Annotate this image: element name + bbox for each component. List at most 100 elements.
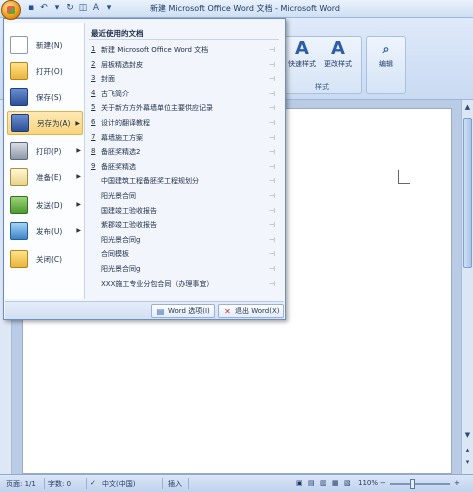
pin-icon[interactable]: ⊣ <box>269 280 275 288</box>
recent-document-number: 8 <box>91 147 96 156</box>
zoom-slider-knob[interactable] <box>410 479 415 489</box>
recent-document-name: 中国建筑工程备胚奖工程规划分 <box>101 177 199 186</box>
language-status[interactable]: 中文(中国) <box>102 479 135 489</box>
edit-button[interactable]: ⌕ 编辑 <box>369 39 403 69</box>
pin-icon[interactable]: ⊣ <box>269 134 275 142</box>
recent-document-item[interactable]: 3 封面 ⊣ <box>91 74 279 86</box>
recent-document-item[interactable]: 阳光景合同 ⊣ <box>91 191 279 203</box>
recent-document-item[interactable]: 5 关于新方方外幕墙单位主要供应记录 ⊣ <box>91 103 279 115</box>
pin-icon[interactable]: ⊣ <box>269 236 275 244</box>
pin-icon[interactable]: ⊣ <box>269 177 275 185</box>
pin-icon[interactable]: ⊣ <box>269 104 275 112</box>
office-button[interactable] <box>1 0 21 20</box>
pin-icon[interactable]: ⊣ <box>269 207 275 215</box>
zoom-out-icon[interactable]: − <box>380 479 386 487</box>
save-icon[interactable]: ▪ <box>26 3 36 13</box>
pin-icon[interactable]: ⊣ <box>269 265 275 273</box>
recent-document-item[interactable]: 阳光景合同g ⊣ <box>91 264 279 276</box>
recent-document-name: 新建 Microsoft Office Word 文档 <box>101 46 209 54</box>
pin-icon[interactable]: ⊣ <box>269 163 275 171</box>
zoom-in-icon[interactable]: + <box>454 479 460 487</box>
zoom-slider[interactable] <box>390 483 450 485</box>
recent-document-item[interactable]: 合同模板 ⊣ <box>91 249 279 261</box>
styles-group: A 快速样式 A 更改样式 样式 <box>282 36 362 94</box>
font-color-icon[interactable]: A <box>91 3 101 13</box>
recent-document-name: 备胚奖精选 <box>101 162 136 171</box>
recent-document-item[interactable]: 阳光景合同g ⊣ <box>91 235 279 247</box>
zoom-level[interactable]: 110% <box>358 479 378 487</box>
edit-label: 编辑 <box>379 60 393 68</box>
recent-document-name: 关于新方方外幕墙单位主要供应记录 <box>101 104 213 113</box>
quick-styles-icon: A <box>295 38 309 59</box>
pin-icon[interactable]: ⊣ <box>269 61 275 69</box>
pin-icon[interactable]: ⊣ <box>269 90 275 98</box>
recent-document-number: 5 <box>91 103 96 112</box>
recent-documents-panel: 最近使用的文档 1 新建 Microsoft Office Word 文档 ⊣ 2 层板… <box>87 23 283 299</box>
recent-document-item[interactable]: 6 设计的翻译教程 ⊣ <box>91 118 279 130</box>
menu-print[interactable]: 打印(P) ▶ <box>7 139 83 163</box>
exit-word-button[interactable]: ✕ 退出 Word(X) <box>218 304 285 318</box>
recent-document-name: XXX施工专业分包合同（办理事宜） <box>101 279 214 288</box>
recent-document-item[interactable]: 1 新建 Microsoft Office Word 文档 ⊣ <box>91 45 279 57</box>
pin-icon[interactable]: ⊣ <box>269 46 275 54</box>
recent-document-item[interactable]: XXX施工专业分包合同（办理事宜） ⊣ <box>91 279 279 291</box>
menu-save[interactable]: 保存(S) <box>7 85 83 109</box>
menu-close[interactable]: 关闭(C) <box>7 247 83 271</box>
word-count[interactable]: 字数: 0 <box>48 479 71 489</box>
change-styles-label: 更改样式 <box>324 60 352 68</box>
previous-page-icon[interactable]: ▴ <box>462 445 473 455</box>
pin-icon[interactable]: ⊣ <box>269 148 275 156</box>
undo-icon[interactable]: ↶ <box>39 3 49 13</box>
change-styles-button[interactable]: A 更改样式 <box>321 39 355 69</box>
view-full-screen-icon[interactable]: ▤ <box>308 479 315 487</box>
pin-icon[interactable]: ⊣ <box>269 119 275 127</box>
recent-document-item[interactable]: 国建竣工验收报告 ⊣ <box>91 206 279 218</box>
proofing-icon[interactable]: ✓ <box>90 479 96 487</box>
menu-save-as[interactable]: 另存为(A) ▶ <box>7 111 83 135</box>
menu-publish[interactable]: 发布(U) ▶ <box>7 219 83 243</box>
print-preview-icon[interactable]: ◫ <box>78 3 88 13</box>
recent-document-name: 阳光景合同g <box>101 265 141 273</box>
submenu-arrow-icon: ▶ <box>76 173 81 180</box>
pin-icon[interactable]: ⊣ <box>269 221 275 229</box>
scroll-thumb[interactable] <box>463 118 472 268</box>
scroll-down-icon[interactable]: ▼ <box>462 430 473 440</box>
customize-toolbar-icon[interactable]: ▾ <box>104 3 114 13</box>
recent-document-name: 国建竣工验收报告 <box>101 206 157 215</box>
vertical-scrollbar[interactable]: ▲ ▼ ▴ ▾ <box>461 100 473 474</box>
menu-open[interactable]: 打开(O) <box>7 59 83 83</box>
publish-icon <box>10 222 28 240</box>
quick-styles-button[interactable]: A 快速样式 <box>285 39 319 69</box>
recent-document-name: 紫郡竣工验收报告 <box>101 221 157 230</box>
insert-mode[interactable]: 插入 <box>168 479 182 489</box>
dropdown-icon[interactable]: ▾ <box>52 3 62 13</box>
redo-icon[interactable]: ↻ <box>65 3 75 13</box>
menu-send[interactable]: 发送(D) ▶ <box>7 193 83 217</box>
recent-documents-title: 最近使用的文档 <box>91 29 144 38</box>
word-options-button[interactable]: ▤ Word 选项(I) <box>151 304 215 318</box>
menu-new[interactable]: 新建(N) <box>7 33 83 57</box>
pin-icon[interactable]: ⊣ <box>269 250 275 258</box>
menu-prepare[interactable]: 准备(E) ▶ <box>7 165 83 189</box>
recent-document-number: 3 <box>91 74 96 83</box>
view-print-layout-icon[interactable]: ▣ <box>296 479 303 487</box>
recent-document-item[interactable]: 4 古飞简介 ⊣ <box>91 89 279 101</box>
next-page-icon[interactable]: ▾ <box>462 457 473 467</box>
page-count[interactable]: 页面: 1/1 <box>6 479 36 489</box>
pin-icon[interactable]: ⊣ <box>269 75 275 83</box>
quick-access-toolbar: ▪ ↶ ▾ ↻ ◫ A ▾ <box>26 3 114 13</box>
recent-document-item[interactable]: 7 幕墙施工方案 ⊣ <box>91 133 279 145</box>
recent-document-item[interactable]: 中国建筑工程备胚奖工程规划分 ⊣ <box>91 176 279 188</box>
recent-document-item[interactable]: 紫郡竣工验收报告 ⊣ <box>91 220 279 232</box>
scroll-up-icon[interactable]: ▲ <box>462 102 473 112</box>
office-menu-footer: ▤ Word 选项(I) ✕ 退出 Word(X) <box>5 301 285 319</box>
view-draft-icon[interactable]: ▧ <box>344 479 351 487</box>
pin-icon[interactable]: ⊣ <box>269 192 275 200</box>
recent-document-item[interactable]: 8 备胚奖精选2 ⊣ <box>91 147 279 159</box>
view-web-icon[interactable]: ▥ <box>320 479 327 487</box>
recent-document-item[interactable]: 9 备胚奖精选 ⊣ <box>91 162 279 174</box>
view-outline-icon[interactable]: ▦ <box>332 479 339 487</box>
margin-corner-mark <box>398 170 410 184</box>
recent-document-item[interactable]: 2 层板精选封皮 ⊣ <box>91 60 279 72</box>
binoculars-icon: ⌕ <box>382 42 390 56</box>
